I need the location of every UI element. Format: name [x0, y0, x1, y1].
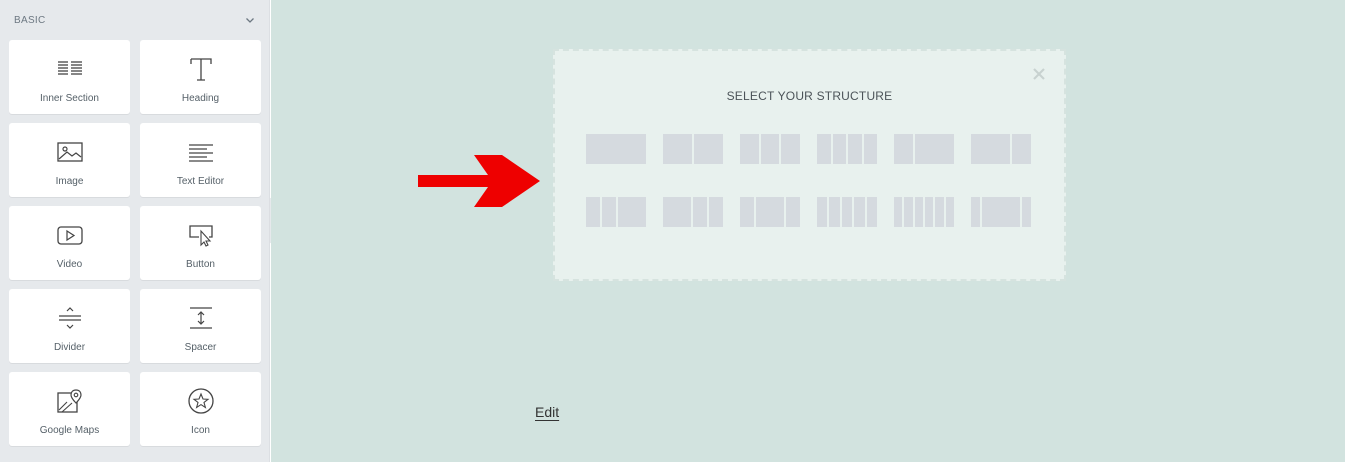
preset-column [854, 197, 865, 227]
preset-column [1021, 197, 1031, 227]
preset-column [693, 197, 707, 227]
preset-column [841, 197, 853, 227]
widget-divider[interactable]: Divider [9, 289, 130, 363]
preset-column [1011, 134, 1031, 164]
edit-link[interactable]: Edit [535, 404, 559, 420]
preset-column [971, 134, 1010, 164]
structure-preset-two-thirds-one-third[interactable] [971, 134, 1031, 164]
star-icon [187, 387, 215, 415]
preset-column [894, 134, 914, 164]
structure-preset-one-column[interactable] [586, 134, 646, 164]
preset-column [586, 197, 600, 227]
preset-column [945, 197, 954, 227]
category-header-basic[interactable]: BASIC [0, 0, 269, 40]
preset-column [586, 134, 646, 164]
video-icon [56, 221, 84, 249]
preset-column [848, 134, 862, 164]
heading-icon [187, 55, 215, 83]
preset-column [935, 197, 944, 227]
preset-column [602, 197, 616, 227]
close-icon[interactable] [1032, 67, 1046, 81]
preset-column [914, 197, 923, 227]
widget-image[interactable]: Image [9, 123, 130, 197]
preset-column [663, 134, 692, 164]
red-arrow-annotation [418, 155, 540, 207]
text-editor-icon [187, 138, 215, 166]
widget-label: Divider [53, 341, 86, 353]
preset-column [894, 197, 903, 227]
preset-column [740, 197, 754, 227]
button-icon [187, 221, 215, 249]
widget-label: Button [186, 258, 215, 270]
preset-column [786, 197, 800, 227]
structure-preset-six-columns[interactable] [894, 197, 954, 227]
structure-preset-sixth-twothirds-sixth[interactable] [971, 197, 1031, 227]
structure-selector: SELECT YOUR STRUCTURE [553, 49, 1066, 281]
category-label: BASIC [14, 14, 46, 26]
widgets-panel: BASIC Inner Section Heading Image Text E… [0, 0, 270, 462]
structure-presets [586, 134, 1036, 227]
preset-column [663, 197, 691, 227]
preset-column [863, 134, 877, 164]
spacer-icon [187, 304, 215, 332]
structure-title: SELECT YOUR STRUCTURE [726, 89, 893, 103]
preset-column [817, 197, 828, 227]
widget-label: Inner Section [40, 92, 99, 104]
widget-button[interactable]: Button [140, 206, 261, 280]
structure-preset-two-columns[interactable] [663, 134, 723, 164]
preset-column [915, 134, 954, 164]
structure-preset-quarter-half-quarter[interactable] [740, 197, 800, 227]
preset-column [817, 134, 831, 164]
widget-label: Spacer [184, 341, 217, 353]
image-icon [56, 138, 84, 166]
widget-label: Google Maps [39, 424, 100, 436]
chevron-down-icon [246, 18, 254, 23]
widget-icon[interactable]: Icon [140, 372, 261, 446]
google-maps-icon [56, 387, 84, 415]
preset-column [971, 197, 981, 227]
preset-column [740, 134, 759, 164]
structure-preset-one-third-two-thirds[interactable] [894, 134, 954, 164]
preset-column [760, 134, 780, 164]
widget-grid: Inner Section Heading Image Text Editor … [0, 40, 269, 446]
structure-preset-four-columns[interactable] [817, 134, 877, 164]
preset-column [904, 197, 913, 227]
preset-column [829, 197, 840, 227]
widget-text-editor[interactable]: Text Editor [140, 123, 261, 197]
inner-section-icon [56, 55, 84, 83]
preset-column [694, 134, 723, 164]
widget-google-maps[interactable]: Google Maps [9, 372, 130, 446]
preset-column [924, 197, 934, 227]
structure-preset-quarter-quarter-half[interactable] [586, 197, 646, 227]
widget-spacer[interactable]: Spacer [140, 289, 261, 363]
divider-icon [56, 304, 84, 332]
preset-column [618, 197, 646, 227]
widget-inner-section[interactable]: Inner Section [9, 40, 130, 114]
widget-label: Image [55, 175, 84, 187]
widget-label: Heading [181, 92, 220, 104]
widget-label: Icon [191, 424, 210, 436]
widget-label: Text Editor [176, 175, 225, 187]
structure-preset-half-quarter-quarter[interactable] [663, 197, 723, 227]
preset-column [866, 197, 878, 227]
preset-column [781, 134, 801, 164]
preset-column [832, 134, 846, 164]
widget-heading[interactable]: Heading [140, 40, 261, 114]
preset-column [709, 197, 723, 227]
structure-preset-three-columns[interactable] [740, 134, 801, 164]
widget-video[interactable]: Video [9, 206, 130, 280]
structure-preset-five-columns[interactable] [817, 197, 878, 227]
preset-column [982, 197, 1020, 227]
preset-column [756, 197, 784, 227]
widget-label: Video [56, 258, 83, 270]
